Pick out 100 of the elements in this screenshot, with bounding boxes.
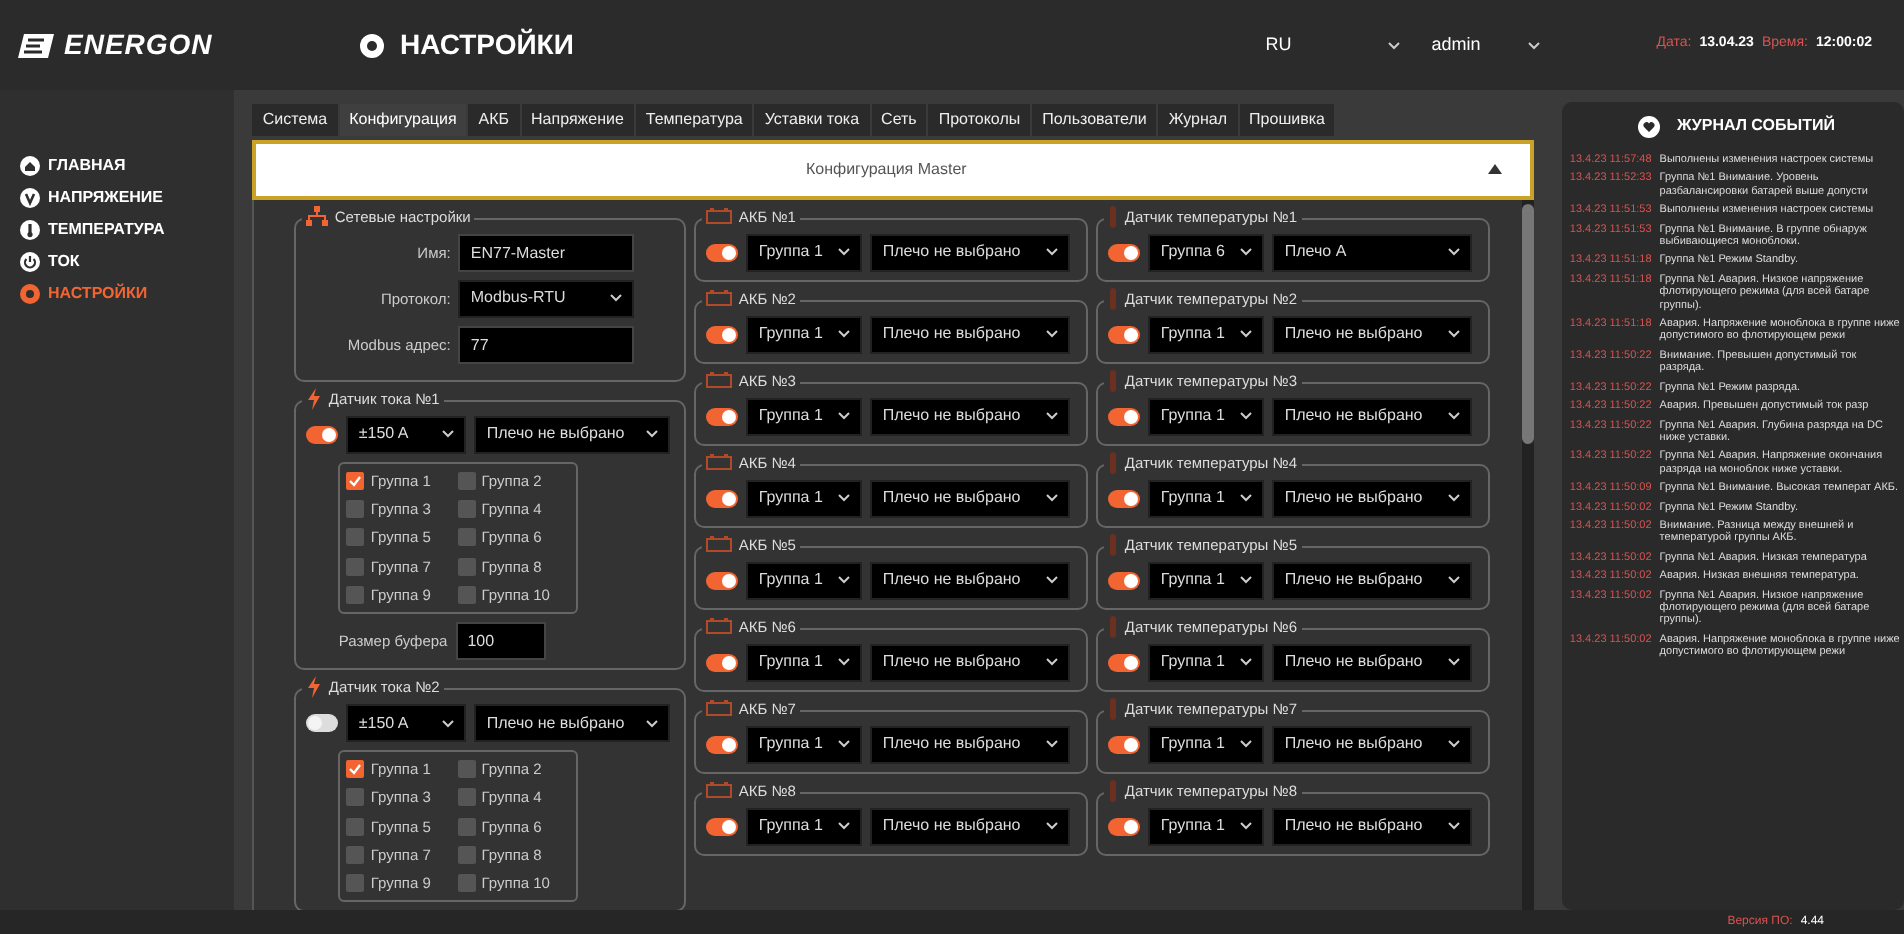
- user-select[interactable]: admin: [1431, 31, 1541, 59]
- input-field[interactable]: 100: [455, 622, 546, 661]
- lightning-icon: [306, 676, 323, 699]
- caret-icon: [1240, 658, 1253, 667]
- group-select[interactable]: Группа 1: [1148, 725, 1265, 764]
- battery-icon: [706, 290, 733, 307]
- group-select[interactable]: Группа 1: [746, 807, 863, 846]
- tab[interactable]: Прошивка: [1239, 104, 1335, 136]
- caret-icon: [1046, 740, 1059, 749]
- arm-select[interactable]: Плечо не выбрано: [1272, 643, 1473, 682]
- arm-select[interactable]: Плечо не выбрано: [870, 479, 1071, 518]
- range-select[interactable]: ±150 A: [346, 415, 467, 454]
- toggle-switch[interactable]: [1108, 407, 1141, 426]
- arm-select[interactable]: Плечо A: [1272, 233, 1473, 272]
- toggle-switch[interactable]: [306, 425, 339, 444]
- arm-select[interactable]: Плечо не выбрано: [1272, 561, 1473, 600]
- caret-icon: [1448, 248, 1461, 257]
- caret-icon: [1240, 412, 1253, 421]
- group-select[interactable]: Группа 1: [1148, 315, 1265, 354]
- tab[interactable]: Температура: [635, 104, 753, 136]
- toggle-switch[interactable]: [706, 243, 739, 262]
- group-select[interactable]: Группа 1: [746, 725, 863, 764]
- caret-icon: [1240, 330, 1253, 339]
- sidebar-item[interactable]: ТЕМПЕРАТУРА: [0, 214, 235, 246]
- arm-select[interactable]: Плечо не выбрано: [870, 397, 1071, 436]
- group-select[interactable]: Группа 6: [1148, 233, 1265, 272]
- arm-select[interactable]: Плечо не выбрано: [1272, 725, 1473, 764]
- language-select[interactable]: RU: [1265, 31, 1400, 59]
- arm-select[interactable]: Плечо не выбрано: [1272, 315, 1473, 354]
- group-select[interactable]: Группа 1: [1148, 561, 1265, 600]
- arm-select[interactable]: Плечо не выбрано: [870, 725, 1071, 764]
- tab[interactable]: Журнал: [1158, 104, 1238, 136]
- accordion-header[interactable]: Конфигурация Master: [252, 140, 1534, 200]
- caret-icon: [1046, 822, 1059, 831]
- toggle-switch[interactable]: [706, 571, 739, 590]
- battery-icon: [706, 618, 733, 635]
- protocol-select[interactable]: Modbus-RTU: [458, 279, 635, 318]
- logo-text: ENERGON: [64, 26, 213, 64]
- input-field[interactable]: EN77-Master: [458, 233, 635, 272]
- arm-select[interactable]: Плечо не выбрано: [870, 233, 1071, 272]
- group-select[interactable]: Группа 1: [746, 479, 863, 518]
- arm-select[interactable]: Плечо не выбрано: [1272, 397, 1473, 436]
- group-select[interactable]: Группа 1: [746, 561, 863, 600]
- group-select[interactable]: Группа 1: [746, 315, 863, 354]
- battery-icon: [706, 208, 733, 225]
- panel-title: ЖУРНАЛ СОБЫТИЙ: [1676, 114, 1835, 138]
- caret-icon: [838, 412, 851, 421]
- arm-select[interactable]: Плечо не выбрано: [870, 561, 1071, 600]
- page-title: НАСТРОЙКИ: [400, 26, 574, 64]
- group-select[interactable]: Группа 1: [1148, 807, 1265, 846]
- tab[interactable]: Уставки тока: [754, 104, 870, 136]
- toggle-switch[interactable]: [306, 714, 339, 733]
- checkmark-icon: [346, 471, 365, 490]
- tab[interactable]: Пользователи: [1032, 104, 1157, 136]
- sidebar-item[interactable]: ТОК: [0, 246, 235, 278]
- sidebar-item[interactable]: НАСТРОЙКИ: [0, 278, 235, 310]
- toggle-switch[interactable]: [706, 653, 739, 672]
- toggle-switch[interactable]: [1108, 243, 1141, 262]
- group-select[interactable]: Группа 1: [1148, 397, 1265, 436]
- caret-icon: [1240, 740, 1253, 749]
- caret-icon: [1046, 494, 1059, 503]
- group-select[interactable]: Группа 1: [746, 643, 863, 682]
- toggle-switch[interactable]: [706, 407, 739, 426]
- group-select[interactable]: Группа 1: [1148, 643, 1265, 682]
- toggle-switch[interactable]: [1108, 489, 1141, 508]
- toggle-switch[interactable]: [1108, 735, 1141, 754]
- scrollbar[interactable]: [1521, 199, 1534, 910]
- tab[interactable]: Напряжение: [521, 104, 634, 136]
- input-field[interactable]: 77: [458, 325, 635, 364]
- toggle-switch[interactable]: [1108, 325, 1141, 344]
- caret-icon: [838, 330, 851, 339]
- tab[interactable]: Протоколы: [928, 104, 1031, 136]
- toggle-switch[interactable]: [706, 325, 739, 344]
- toggle-switch[interactable]: [706, 735, 739, 754]
- group-select[interactable]: Группа 1: [746, 233, 863, 272]
- arm-select[interactable]: Плечо не выбрано: [474, 704, 671, 743]
- toggle-switch[interactable]: [706, 489, 739, 508]
- group-select[interactable]: Группа 1: [746, 397, 863, 436]
- arm-select[interactable]: Плечо не выбрано: [870, 807, 1071, 846]
- toggle-switch[interactable]: [1108, 571, 1141, 590]
- range-select[interactable]: ±150 A: [346, 704, 467, 743]
- tab[interactable]: Система: [252, 104, 338, 136]
- toggle-switch[interactable]: [1108, 817, 1141, 836]
- arm-select[interactable]: Плечо не выбрано: [1272, 807, 1473, 846]
- arm-select[interactable]: Плечо не выбрано: [1272, 479, 1473, 518]
- toggle-switch[interactable]: [706, 817, 739, 836]
- tab[interactable]: Сеть: [871, 104, 927, 136]
- caret-icon: [838, 658, 851, 667]
- tab[interactable]: АКБ: [468, 104, 520, 136]
- arm-select[interactable]: Плечо не выбрано: [870, 315, 1071, 354]
- group-select[interactable]: Группа 1: [1148, 479, 1265, 518]
- lightning-icon: [306, 387, 323, 410]
- thermometer-icon: [1108, 287, 1119, 310]
- sidebar-item[interactable]: НАПРЯЖЕНИЕ: [0, 182, 235, 214]
- arm-select[interactable]: Плечо не выбрано: [870, 643, 1071, 682]
- tab[interactable]: Конфигурация: [339, 104, 467, 136]
- toggle-switch[interactable]: [1108, 653, 1141, 672]
- caret-icon: [442, 719, 455, 728]
- arm-select[interactable]: Плечо не выбрано: [474, 415, 671, 454]
- sidebar-item[interactable]: ГЛАВНАЯ: [0, 150, 235, 182]
